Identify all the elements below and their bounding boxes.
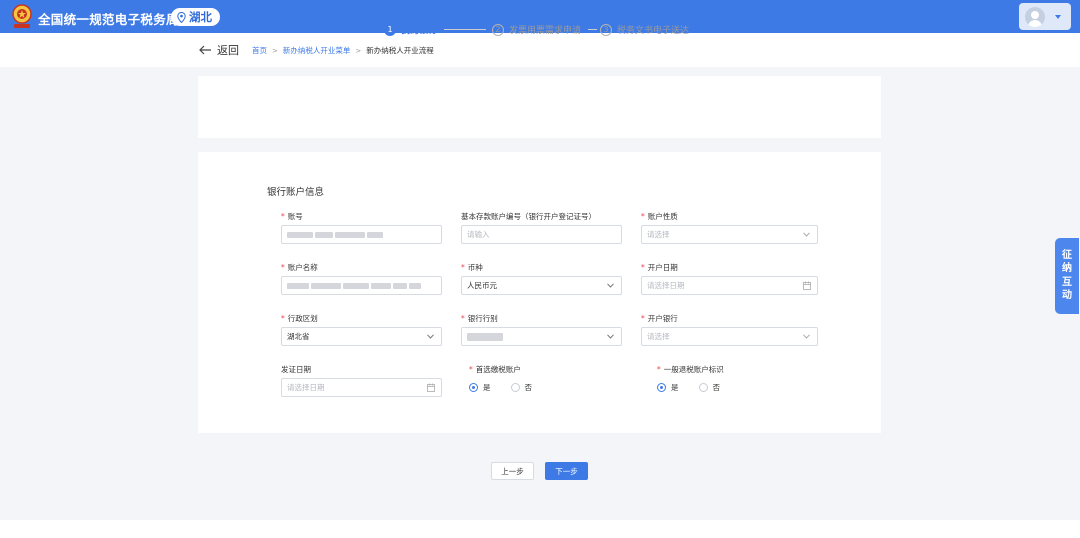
chevron-down-icon [607, 334, 614, 339]
step-label: 我的银行 [401, 26, 438, 36]
breadcrumb-menu[interactable]: 新办纳税人开业菜单 [283, 45, 351, 56]
chevron-down-icon [607, 283, 614, 288]
issue-date-label: 发证日期 [281, 365, 311, 374]
step-number: 2 [492, 23, 504, 36]
back-button[interactable]: 返回 [199, 42, 239, 58]
radio-no[interactable]: 否 [510, 382, 532, 393]
radio-checked-icon [469, 383, 478, 392]
account-name-input[interactable] [281, 276, 442, 295]
step-3: 3 税务文书电子送达 [600, 23, 689, 36]
chevron-down-icon [427, 334, 434, 339]
step-label: 税务文书电子送达 [617, 26, 690, 36]
avatar [1025, 6, 1045, 27]
general-refund-account-radio-group: 是 否 [657, 382, 720, 393]
basic-account-code-input[interactable]: 请输入 [461, 225, 622, 244]
admin-region-label: * 行政区划 [281, 314, 318, 323]
section-title: 银行账户信息 [267, 187, 325, 198]
opening-bank-label: * 开户银行 [641, 314, 678, 323]
bank-category-label: * 银行行别 [461, 314, 498, 323]
preferred-tax-account-radio-group: 是 否 [469, 382, 532, 393]
interaction-side-tab[interactable]: 征 纳 互 动 [1055, 238, 1079, 314]
radio-unchecked-icon [698, 383, 708, 392]
currency-select[interactable]: 人民币元 [461, 276, 622, 295]
chevron-down-icon [803, 334, 810, 339]
region-label: 湖北 [189, 10, 212, 24]
account-nature-label: * 账户性质 [641, 212, 678, 221]
arrow-left-icon [199, 45, 211, 55]
step-1: 1 我的银行 [384, 23, 437, 36]
radio-yes[interactable]: 是 [469, 382, 491, 393]
back-label: 返回 [217, 44, 239, 57]
masked-value [287, 282, 421, 289]
prev-step-button[interactable]: 上一步 [491, 462, 534, 480]
calendar-icon [803, 281, 811, 290]
breadcrumb-separator: > [355, 46, 362, 55]
user-menu[interactable] [1019, 3, 1071, 30]
radio-no[interactable]: 否 [698, 382, 720, 393]
breadcrumb-separator: > [272, 46, 278, 55]
radio-checked-icon [657, 383, 666, 392]
breadcrumb: 首页 > 新办纳税人开业菜单 > 新办纳税人开业流程 [252, 45, 434, 56]
currency-label: * 币种 [461, 263, 483, 272]
chevron-down-icon [803, 232, 810, 237]
step-label: 发票用票需求申请 [509, 26, 582, 36]
open-date-label: * 开户日期 [641, 263, 678, 272]
tax-emblem-icon [12, 4, 32, 28]
subnav-bar [0, 33, 1080, 67]
opening-bank-select[interactable]: 请选择 [641, 327, 818, 346]
calendar-icon [427, 383, 435, 392]
open-date-picker[interactable]: 请选择日期 [641, 276, 818, 295]
masked-value [287, 231, 383, 238]
admin-region-select[interactable]: 湖北省 [281, 327, 442, 346]
step-number: 3 [600, 23, 612, 36]
masked-value [467, 332, 503, 341]
step-connector [444, 29, 486, 30]
footer-strip [0, 520, 1080, 538]
location-pin-icon [177, 11, 186, 23]
bank-category-select[interactable] [461, 327, 622, 346]
app-title: 全国统一规范电子税务局 [38, 12, 179, 27]
issue-date-picker[interactable]: 请选择日期 [281, 378, 442, 397]
step-2: 2 发票用票需求申请 [492, 23, 581, 36]
breadcrumb-current: 新办纳税人开业流程 [366, 46, 434, 55]
account-no-input[interactable] [281, 225, 442, 244]
account-nature-select[interactable]: 请选择 [641, 225, 818, 244]
general-refund-account-label: * 一般退税账户标识 [657, 365, 724, 374]
next-step-button[interactable]: 下一步 [545, 462, 588, 480]
caret-down-icon [1055, 14, 1061, 19]
basic-account-code-label: 基本存款账户编号（银行开户登记证号） [461, 212, 596, 221]
step-number: 1 [384, 23, 396, 36]
breadcrumb-home[interactable]: 首页 [252, 45, 267, 56]
region-selector[interactable]: 湖北 [171, 8, 220, 26]
account-no-label: * 账号 [281, 212, 303, 221]
account-name-label: * 账户名称 [281, 263, 318, 272]
preferred-tax-account-label: * 首选缴税账户 [469, 365, 521, 374]
radio-unchecked-icon [510, 383, 520, 392]
step-connector [588, 29, 597, 30]
steps-card [198, 76, 881, 138]
radio-yes[interactable]: 是 [657, 382, 679, 393]
